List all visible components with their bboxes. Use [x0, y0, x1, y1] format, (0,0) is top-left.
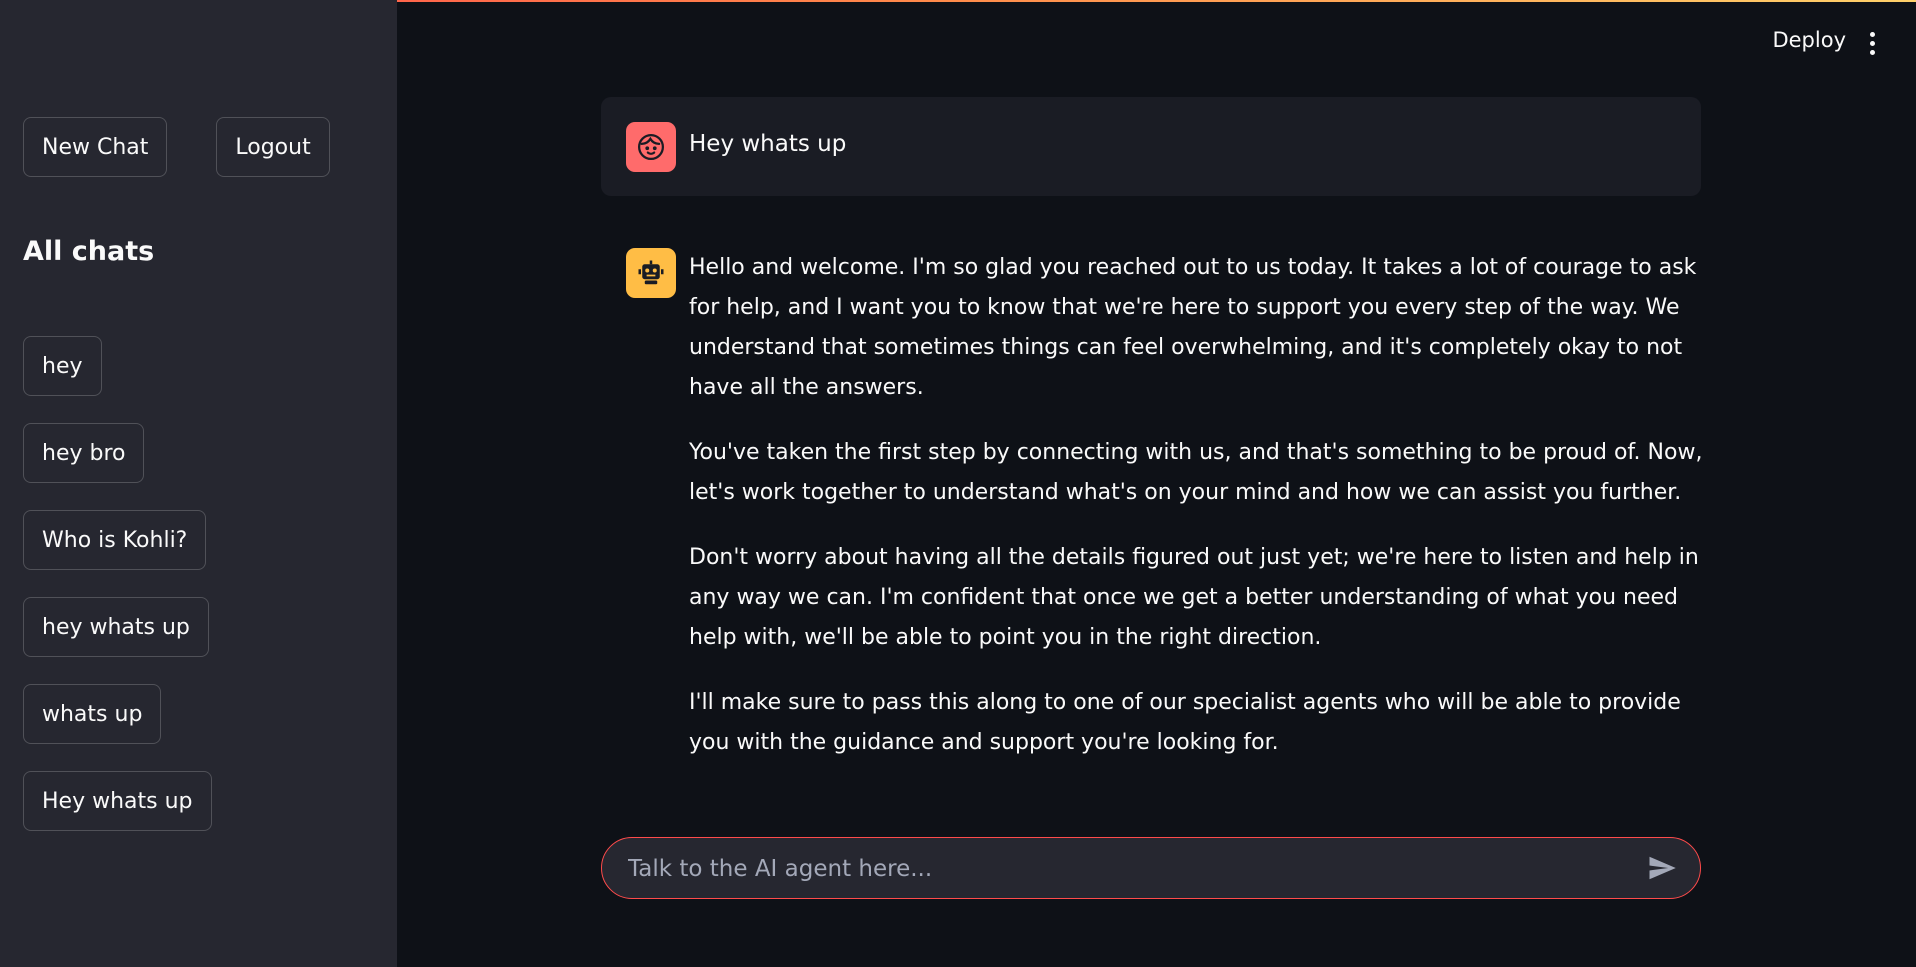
chat-history-item[interactable]: whats up	[23, 684, 162, 744]
assistant-avatar	[626, 248, 676, 298]
user-face-icon	[638, 134, 664, 160]
sidebar: New Chat Logout All chats hey hey bro Wh…	[0, 0, 397, 967]
chat-input-container	[601, 837, 1701, 900]
user-message-text: Hey whats up	[689, 131, 847, 157]
assistant-paragraph: I'll make sure to pass this along to one…	[689, 690, 1681, 755]
assistant-paragraph: Don't worry about having all the details…	[689, 545, 1699, 650]
kebab-dot	[1870, 41, 1875, 46]
deploy-button[interactable]: Deploy	[1772, 28, 1846, 52]
kebab-menu-icon[interactable]	[1870, 32, 1876, 55]
user-avatar	[626, 122, 676, 172]
chat-input[interactable]	[626, 838, 1610, 900]
chat-history-list: hey hey bro Who is Kohli? hey whats up w…	[23, 336, 212, 831]
robot-icon	[638, 260, 664, 285]
kebab-dot	[1870, 32, 1875, 37]
new-chat-button[interactable]: New Chat	[23, 117, 168, 177]
sidebar-actions: New Chat Logout	[23, 117, 330, 177]
chat-history-item[interactable]: hey bro	[23, 423, 145, 483]
assistant-paragraph: You've taken the first step by connectin…	[689, 440, 1703, 505]
all-chats-heading: All chats	[23, 236, 155, 267]
assistant-paragraph: Hello and welcome. I'm so glad you reach…	[689, 255, 1697, 400]
assistant-message: Hello and welcome. I'm so glad you reach…	[689, 248, 1704, 788]
chat-history-item[interactable]: hey whats up	[23, 597, 209, 657]
kebab-dot	[1870, 50, 1875, 55]
send-icon[interactable]	[1646, 853, 1678, 883]
chat-history-item[interactable]: Who is Kohli?	[23, 510, 207, 570]
logout-button[interactable]: Logout	[216, 117, 330, 177]
chat-history-item[interactable]: Hey whats up	[23, 771, 212, 831]
chat-history-item[interactable]: hey	[23, 336, 102, 396]
